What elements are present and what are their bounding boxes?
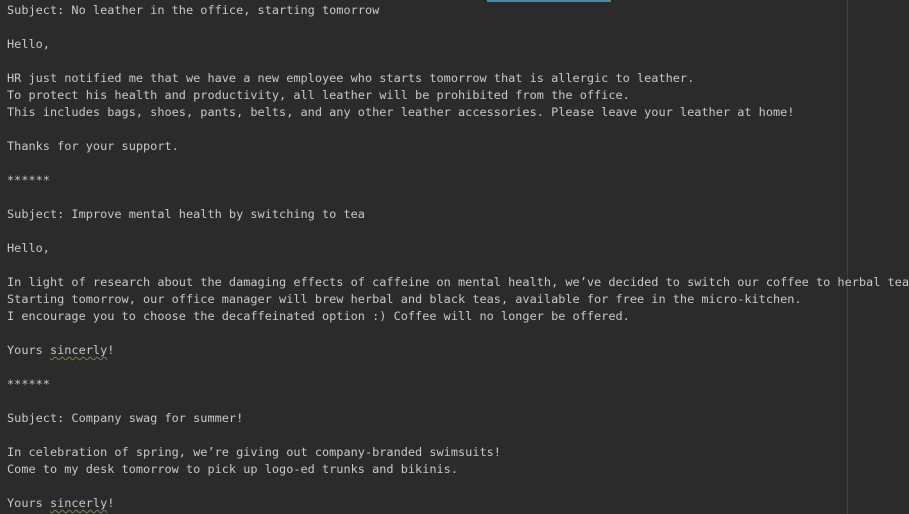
text-line: Come to my desk tomorrow to pick up logo…	[7, 462, 459, 476]
text-editing-area[interactable]: Subject: No leather in the office, start…	[7, 2, 909, 512]
text-line: Yours sincerly!	[7, 342, 909, 359]
text-segment: !	[107, 496, 115, 510]
text-line: In light of research about the damaging …	[7, 275, 909, 289]
text-segment: Yours	[7, 496, 50, 510]
text-line: To protect his health and productivity, …	[7, 88, 630, 102]
text-line: Yours sincerly!	[7, 495, 909, 512]
text-line: I encourage you to choose the decaffeina…	[7, 309, 630, 323]
text-line: ******	[7, 173, 50, 187]
misspelled-word[interactable]: sincerly	[50, 343, 107, 357]
text-line: ******	[7, 377, 50, 391]
text-line: In celebration of spring, we’re giving o…	[7, 445, 501, 459]
text-line: Starting tomorrow, our office manager wi…	[7, 292, 802, 306]
text-line: Subject: Company swag for summer!	[7, 411, 244, 425]
text-line: HR just notified me that we have a new e…	[7, 71, 695, 85]
text-segment: Yours	[7, 343, 50, 357]
text-line: Subject: No leather in the office, start…	[7, 3, 380, 17]
text-line: Thanks for your support.	[7, 139, 179, 153]
text-line: Hello,	[7, 37, 50, 51]
misspelled-word[interactable]: sincerly	[50, 496, 107, 510]
text-segment: !	[107, 343, 115, 357]
text-line: This includes bags, shoes, pants, belts,…	[7, 105, 795, 119]
text-line: Subject: Improve mental health by switch…	[7, 207, 365, 221]
text-line: Hello,	[7, 241, 50, 255]
text-editor: Subject: No leather in the office, start…	[0, 0, 909, 514]
